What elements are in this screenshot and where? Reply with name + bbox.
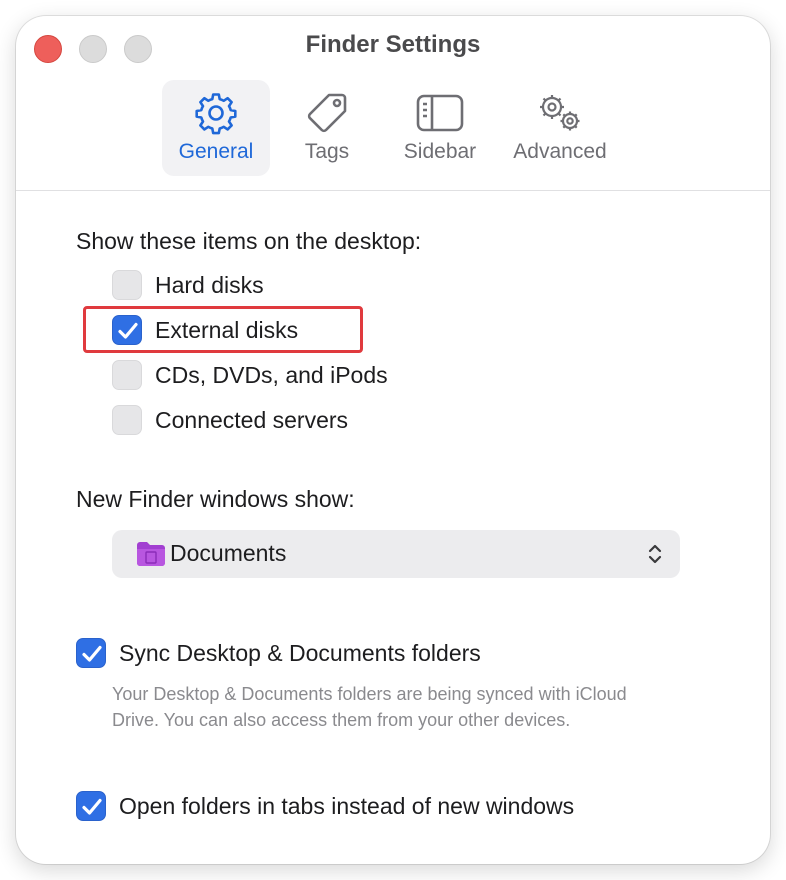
sync-label: Sync Desktop & Documents folders xyxy=(119,639,481,666)
tab-advanced[interactable]: Advanced xyxy=(506,80,614,176)
window-title: Finder Settings xyxy=(305,31,481,58)
new-windows-value: Documents xyxy=(170,540,287,566)
sync-checkbox[interactable] xyxy=(76,638,106,668)
connected-servers-checkbox[interactable] xyxy=(112,405,142,435)
tab-advanced-label: Advanced xyxy=(513,140,607,163)
tab-sidebar[interactable]: Sidebar xyxy=(388,80,492,176)
sidebar-icon xyxy=(388,90,492,136)
folder-icon xyxy=(136,541,166,572)
connected-servers-label: Connected servers xyxy=(155,406,349,433)
tab-tags-label: Tags xyxy=(304,140,350,163)
cds-dvds-ipods-checkbox[interactable] xyxy=(112,360,142,390)
hard-disks-checkbox[interactable] xyxy=(112,270,142,300)
toolbar-divider xyxy=(16,190,770,191)
desktop-items-heading: Show these items on the desktop: xyxy=(76,228,422,254)
new-windows-heading: New Finder windows show: xyxy=(76,486,355,512)
new-windows-select[interactable]: Documents xyxy=(112,530,680,578)
sync-description: Your Desktop & Documents folders are bei… xyxy=(112,684,627,730)
open-in-tabs-label: Open folders in tabs instead of new wind… xyxy=(119,792,575,819)
gears-icon xyxy=(506,90,614,136)
checkmark-icon xyxy=(82,645,102,662)
gear-icon xyxy=(162,90,270,136)
open-in-tabs-checkbox[interactable] xyxy=(76,791,106,821)
tag-icon xyxy=(286,90,368,136)
cds-dvds-ipods-label: CDs, DVDs, and iPods xyxy=(155,361,388,388)
sync-option[interactable]: Sync Desktop & Documents folders xyxy=(76,637,481,669)
hard-disks-label: Hard disks xyxy=(155,271,264,298)
checkmark-icon xyxy=(82,798,102,815)
open-in-tabs-option[interactable]: Open folders in tabs instead of new wind… xyxy=(76,790,574,822)
checkmark-icon xyxy=(118,322,138,339)
external-disks-option[interactable]: External disks xyxy=(112,314,298,346)
external-disks-label: External disks xyxy=(155,316,299,343)
tab-sidebar-label: Sidebar xyxy=(403,140,477,163)
finder-settings-window: Finder Settings General Tags Sidebar Adv… xyxy=(16,16,770,864)
chevron-updown-icon xyxy=(648,542,662,571)
external-disks-checkbox[interactable] xyxy=(112,315,142,345)
tab-general[interactable]: General xyxy=(162,80,270,176)
tab-tags[interactable]: Tags xyxy=(286,80,368,176)
hard-disks-option[interactable]: Hard disks xyxy=(112,269,264,301)
tab-general-label: General xyxy=(178,140,254,163)
cds-dvds-ipods-option[interactable]: CDs, DVDs, and iPods xyxy=(112,359,388,391)
connected-servers-option[interactable]: Connected servers xyxy=(112,404,348,436)
